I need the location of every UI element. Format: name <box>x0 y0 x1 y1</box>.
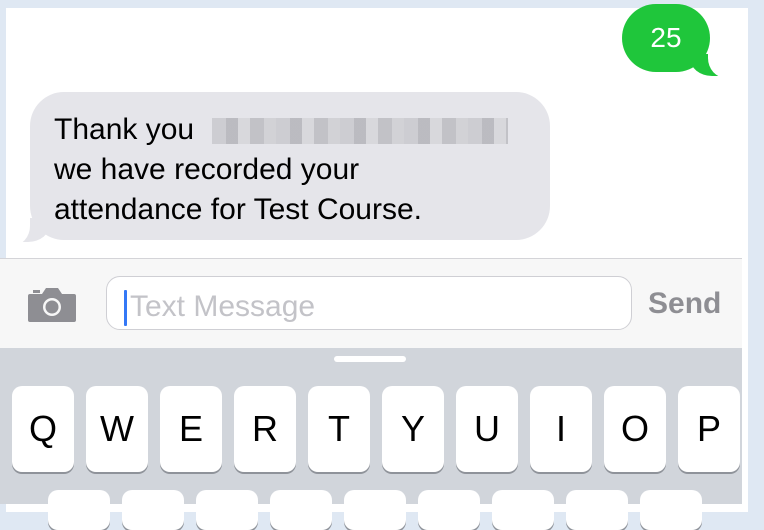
key-u[interactable]: U <box>456 386 518 472</box>
key-t[interactable]: T <box>308 386 370 472</box>
camera-icon[interactable] <box>26 284 78 324</box>
key-label: E <box>178 408 203 449</box>
key-label: T <box>328 408 350 449</box>
key-o[interactable]: O <box>604 386 666 472</box>
key-row2-partial[interactable] <box>196 490 258 530</box>
key-row2-partial[interactable] <box>344 490 406 530</box>
key-q[interactable]: Q <box>12 386 74 472</box>
received-message-line-2: we have recorded your <box>54 153 360 186</box>
text-cursor <box>124 290 127 326</box>
key-label: Q <box>28 408 57 449</box>
key-label: P <box>696 408 721 449</box>
key-label: I <box>555 408 566 449</box>
key-row2-partial[interactable] <box>566 490 628 530</box>
received-message-line-3: attendance for Test Course. <box>54 193 422 226</box>
send-button[interactable]: Send <box>648 284 721 324</box>
key-y[interactable]: Y <box>382 386 444 472</box>
key-p[interactable]: P <box>678 386 740 472</box>
key-row2-partial[interactable] <box>48 490 110 530</box>
keyboard-grabber[interactable] <box>334 356 406 362</box>
key-r[interactable]: R <box>234 386 296 472</box>
redacted-name-block <box>212 118 509 145</box>
key-row2-partial[interactable] <box>640 490 702 530</box>
sent-message-bubble[interactable]: 25 <box>622 4 710 72</box>
key-row2-partial[interactable] <box>418 490 480 530</box>
key-w[interactable]: W <box>86 386 148 472</box>
received-message-line-1: Thank you <box>54 110 524 150</box>
key-label: R <box>252 408 278 449</box>
key-label: W <box>100 408 134 449</box>
key-row2-partial[interactable] <box>270 490 332 530</box>
key-label: O <box>620 408 649 449</box>
message-input-placeholder: Text Message <box>130 290 316 323</box>
key-i[interactable]: I <box>530 386 592 472</box>
received-message-greeting: Thank you <box>54 113 195 146</box>
key-row2-partial[interactable] <box>122 490 184 530</box>
key-e[interactable]: E <box>160 386 222 472</box>
sent-message-text: 25 <box>650 22 682 53</box>
key-label: U <box>474 408 500 449</box>
key-label: Y <box>400 408 425 449</box>
received-message-text: Thank you we have recorded your attendan… <box>54 110 524 230</box>
key-row2-partial[interactable] <box>492 490 554 530</box>
